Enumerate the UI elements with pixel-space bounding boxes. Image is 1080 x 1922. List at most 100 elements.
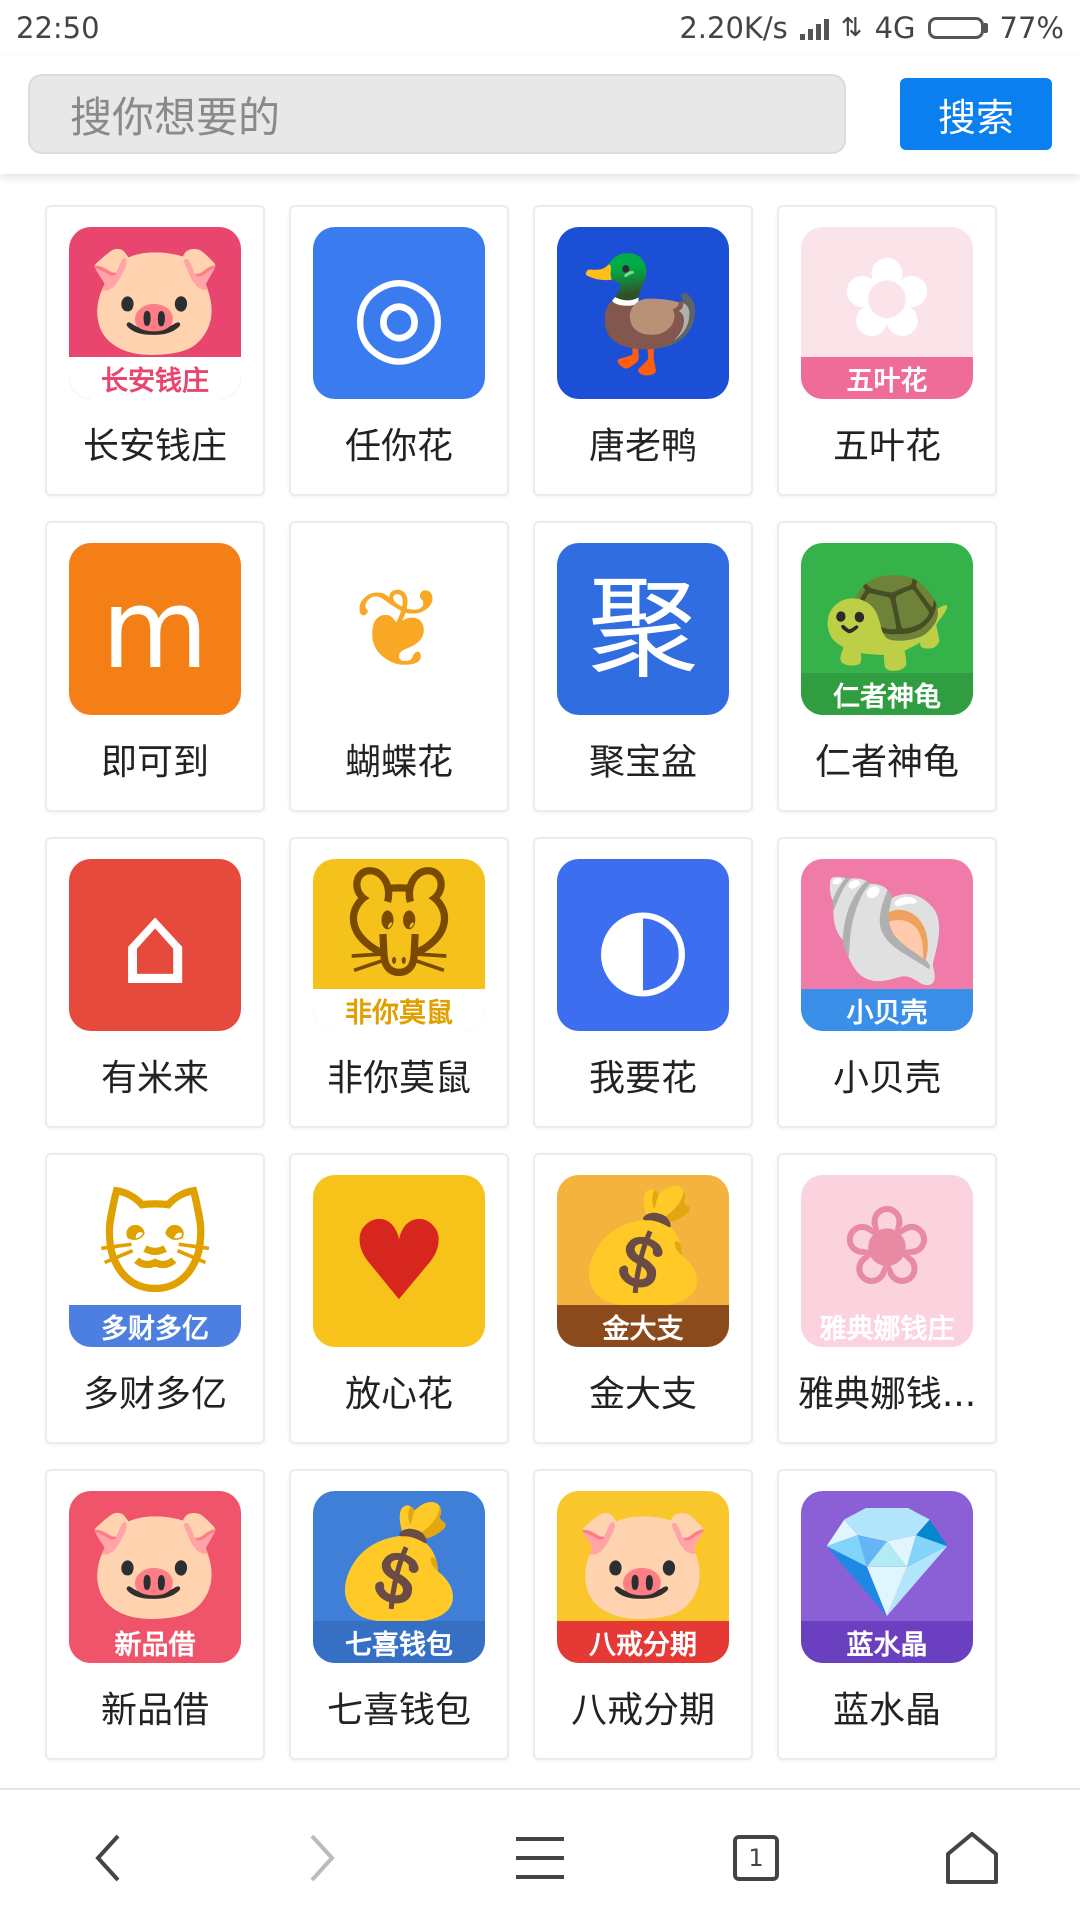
app-icon-glyph: 🐢	[818, 550, 956, 678]
app-icon-glyph: 🐚	[818, 866, 956, 994]
tabs-icon: 1	[733, 1835, 779, 1881]
mk-logo-icon: m	[69, 543, 241, 715]
app-tile[interactable]: 💎 蓝水晶 蓝水晶	[777, 1469, 997, 1760]
mouse-icon: 🐭 非你莫鼠	[313, 859, 485, 1031]
app-tile[interactable]: 💰 金大支 金大支	[533, 1153, 753, 1444]
app-name: 多财多亿	[82, 1374, 227, 1415]
butterfly-icon: ❦	[313, 543, 485, 715]
data-transfer-icon: ⇅	[840, 13, 863, 43]
swirl-icon: ◐	[557, 859, 729, 1031]
app-name: 有米来	[100, 1058, 209, 1099]
battery-percent: 77%	[999, 11, 1064, 45]
app-icon-banner: 蓝水晶	[801, 1621, 973, 1663]
app-icon-banner: 多财多亿	[69, 1305, 241, 1347]
coin-circle-icon: ◎	[313, 227, 485, 399]
search-input[interactable]: 搜你想要的	[28, 74, 846, 154]
app-tile[interactable]: m 即可到	[45, 521, 265, 812]
app-tile[interactable]: ◎ 任你花	[289, 205, 509, 496]
app-tile[interactable]: 💰 七喜钱包 七喜钱包	[289, 1469, 509, 1760]
app-icon-glyph: ⌂	[120, 881, 190, 1009]
app-tile[interactable]: 🐷 新品借 新品借	[45, 1469, 265, 1760]
forward-icon	[310, 1834, 335, 1882]
app-icon-glyph: ◎	[351, 249, 447, 377]
app-icon-banner: 五叶花	[801, 357, 973, 399]
gold-ingot-pig-icon: 🐷 长安钱庄	[69, 227, 241, 399]
app-name: 任你花	[344, 426, 453, 467]
app-tile[interactable]: ✿ 五叶花 五叶花	[777, 205, 997, 496]
crystal-icon: 💎 蓝水晶	[801, 1491, 973, 1663]
app-icon-glyph: 💎	[818, 1498, 956, 1626]
app-icon-banner: 雅典娜钱庄	[801, 1305, 973, 1347]
app-icon-glyph: 🐷	[86, 234, 224, 362]
back-button[interactable]	[68, 1818, 148, 1898]
search-placeholder: 搜你想要的	[70, 92, 281, 142]
app-icon-glyph: 💰	[330, 1498, 468, 1626]
app-tile[interactable]: ❦ 蝴蝶花	[289, 521, 509, 812]
app-name: 唐老鸭	[588, 426, 697, 467]
treasure-chest-icon: 💰 金大支	[557, 1175, 729, 1347]
app-icon-glyph: ❀	[840, 1182, 934, 1310]
app-icon-banner: 长安钱庄	[69, 357, 241, 399]
app-tile[interactable]: ❀ 雅典娜钱庄 雅典娜钱...	[777, 1153, 997, 1444]
home-button[interactable]	[932, 1818, 1012, 1898]
app-icon-glyph: ✿	[840, 234, 934, 362]
app-name: 新品借	[100, 1690, 209, 1731]
search-header: 搜你想要的 搜索	[0, 56, 1080, 174]
menu-icon	[516, 1837, 564, 1879]
app-icon-banner: 八戒分期	[557, 1621, 729, 1663]
app-name: 长安钱庄	[82, 426, 227, 467]
app-tile[interactable]: 🐚 小贝壳 小贝壳	[777, 837, 997, 1128]
app-tile[interactable]: 🐱 多财多亿 多财多亿	[45, 1153, 265, 1444]
app-icon-glyph: 💰	[574, 1182, 712, 1310]
app-icon-glyph: ◐	[595, 881, 691, 1009]
turtle-icon: 🐢 仁者神龟	[801, 543, 973, 715]
app-tile[interactable]: ◐ 我要花	[533, 837, 753, 1128]
app-icon-glyph: 🐱	[97, 1182, 213, 1310]
ju-character-icon: 聚	[557, 543, 729, 715]
app-grid: 🐷 长安钱庄 长安钱庄 ◎ 任你花 🦆 唐老鸭 ✿ 五叶花 五叶花 m 即可到 ❦ 蝴蝶花聚聚宝盆 🐢 仁者神…	[45, 205, 997, 1760]
app-name: 金大支	[588, 1374, 697, 1415]
status-right: 2.20K/s ⇅ 4G 77%	[679, 11, 1064, 45]
app-icon-banner: 金大支	[557, 1305, 729, 1347]
money-bag-icon: 💰 七喜钱包	[313, 1491, 485, 1663]
app-icon-banner: 非你莫鼠	[313, 989, 485, 1031]
battery-icon	[927, 17, 988, 39]
menu-button[interactable]	[500, 1818, 580, 1898]
status-bar: 22:50 2.20K/s ⇅ 4G 77%	[0, 0, 1080, 56]
app-tile[interactable]: ⌂ 有米来	[45, 837, 265, 1128]
app-icon-glyph: 🐭	[341, 866, 457, 994]
app-icon-glyph: 聚	[588, 565, 698, 693]
athena-icon: ❀ 雅典娜钱庄	[801, 1175, 973, 1347]
signal-icon	[799, 16, 829, 40]
app-tile[interactable]: 🦆 唐老鸭	[533, 205, 753, 496]
search-button-label: 搜索	[937, 95, 1014, 140]
app-icon-glyph: 🐷	[86, 1498, 224, 1626]
search-button[interactable]: 搜索	[900, 78, 1052, 150]
app-name: 五叶花	[832, 426, 941, 467]
bottom-nav: 1	[0, 1788, 1080, 1922]
home-icon	[946, 1832, 998, 1884]
app-tile[interactable]: 🐷 八戒分期 八戒分期	[533, 1469, 753, 1760]
app-name: 非你莫鼠	[326, 1058, 471, 1099]
app-name: 八戒分期	[570, 1690, 715, 1731]
app-tile[interactable]: 聚聚宝盆	[533, 521, 753, 812]
app-tile[interactable]: 🐭 非你莫鼠 非你莫鼠	[289, 837, 509, 1128]
app-name: 放心花	[344, 1374, 453, 1415]
app-tile[interactable]: 🐢 仁者神龟仁者神龟	[777, 521, 997, 812]
app-icon-glyph: 🐷	[574, 1498, 712, 1626]
app-name: 蝴蝶花	[344, 742, 453, 783]
app-tile[interactable]: ♥ 放心花	[289, 1153, 509, 1444]
shell-icon: 🐚 小贝壳	[801, 859, 973, 1031]
app-icon-banner: 新品借	[69, 1621, 241, 1663]
tabs-button[interactable]: 1	[716, 1818, 796, 1898]
app-name: 即可到	[100, 742, 209, 783]
app-icon-glyph: ❦	[352, 565, 446, 693]
pig-face-icon: 🐷 八戒分期	[557, 1491, 729, 1663]
back-icon	[95, 1834, 120, 1882]
app-name: 我要花	[588, 1058, 697, 1099]
rich-pig-icon: 🐷 新品借	[69, 1491, 241, 1663]
forward-button[interactable]	[282, 1818, 362, 1898]
app-icon-glyph: ♥	[349, 1197, 449, 1325]
app-tile[interactable]: 🐷 长安钱庄 长安钱庄	[45, 205, 265, 496]
app-name: 仁者神龟	[814, 742, 959, 783]
